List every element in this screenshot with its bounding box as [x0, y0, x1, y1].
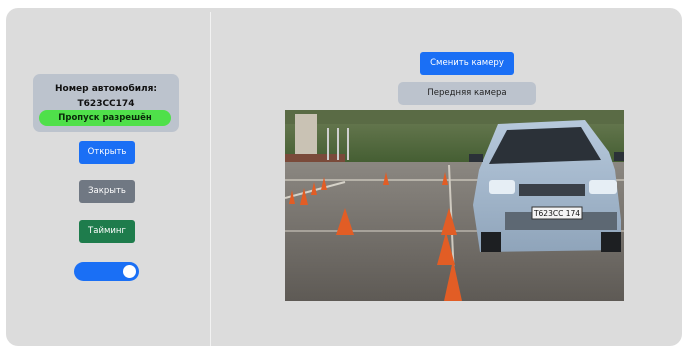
- feed-plate-text: Т623СС 174: [533, 209, 580, 218]
- camera-feed: Т623СС 174: [285, 110, 624, 301]
- open-button[interactable]: Открыть: [79, 141, 135, 164]
- panel-divider: [210, 12, 211, 346]
- timing-button[interactable]: Тайминг: [79, 220, 135, 243]
- pass-status-badge: Пропуск разрешён: [39, 110, 171, 126]
- plate-number: Т623СС174: [77, 99, 135, 109]
- close-button[interactable]: Закрыть: [79, 180, 135, 203]
- switch-camera-button[interactable]: Сменить камеру: [420, 52, 514, 75]
- plate-title: Номер автомобиля:: [54, 84, 158, 94]
- mode-toggle[interactable]: [74, 262, 139, 281]
- plate-info-card: Номер автомобиля: Т623СС174 Пропуск разр…: [33, 74, 179, 132]
- toggle-knob: [123, 265, 136, 278]
- camera-label: Передняя камера: [398, 82, 536, 105]
